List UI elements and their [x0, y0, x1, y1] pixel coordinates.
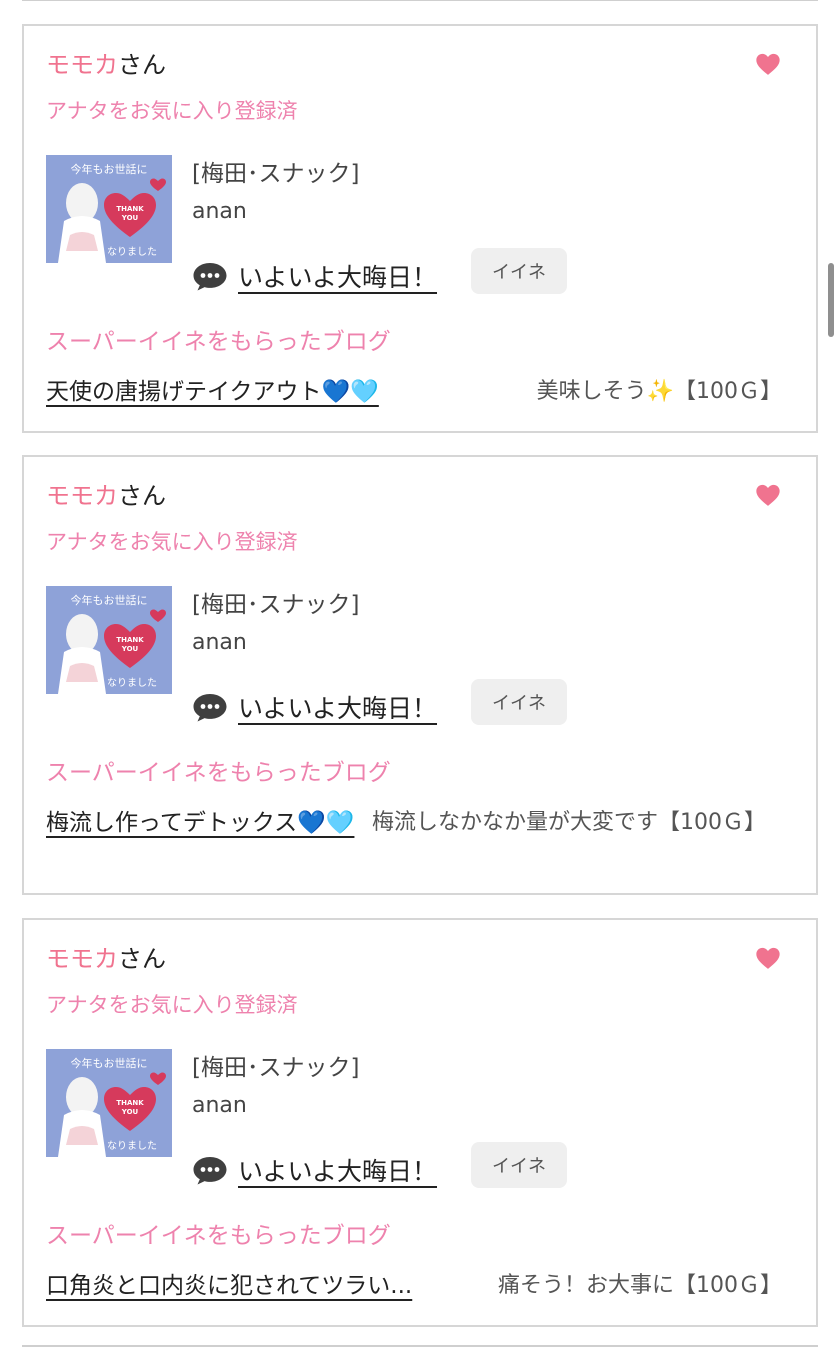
blog-title-link[interactable]: 梅流し作ってデトックス💙🩵 [46, 806, 358, 840]
user-suffix: さん [118, 945, 166, 973]
blog-thumbnail[interactable]: 今年もお世話に THANK YOU なりました [46, 586, 172, 694]
favorite-status: アナタをお気に入り登録済 [46, 99, 298, 123]
heart-icon[interactable] [754, 944, 782, 972]
super-like-section-label: スーパーイイネをもらったブログ [46, 1223, 391, 1249]
user-name[interactable]: モモカ [46, 482, 118, 510]
thumbnail-bottom-text: なりました [107, 246, 157, 258]
blog-thumbnail[interactable]: 今年もお世話に THANK YOU なりました [46, 1049, 172, 1157]
thumbnail-top-text: 今年もお世話に [71, 162, 148, 176]
speech-bubble-icon [193, 263, 227, 291]
blog-thumbnail[interactable]: 今年もお世話に THANK YOU なりました [46, 155, 172, 263]
thumbnail-top-text: 今年もお世話に [71, 1056, 148, 1070]
super-like-comment: 梅流しなかなか量が大変です【100Ｇ】 [372, 810, 766, 835]
super-like-comment: 痛そう！お大事に【100Ｇ】 [498, 1273, 782, 1298]
post-title-link[interactable]: いよいよ大晦日！ [238, 1152, 437, 1188]
thumbnail-heart-text: YOU [121, 214, 139, 222]
divider [22, 1345, 818, 1347]
user-name[interactable]: モモカ [46, 945, 118, 973]
like-button[interactable]: イイネ [471, 248, 567, 294]
post-row: いよいよ大晦日！ [192, 1150, 437, 1190]
thumbnail-bottom-text: なりました [107, 677, 157, 689]
like-button[interactable]: イイネ [471, 1142, 567, 1188]
user-line: モモカさん [46, 942, 166, 976]
shop-category: [梅田･スナック] [192, 592, 360, 618]
author-name[interactable]: anan [192, 196, 247, 228]
thumbnail-heart-text: THANK [116, 205, 144, 213]
author-name[interactable]: anan [192, 1090, 247, 1122]
notification-card: モモカさん アナタをお気に入り登録済 今年もお世話に THANK YOU なりま… [22, 455, 818, 895]
notification-card: モモカさん アナタをお気に入り登録済 今年もお世話に THANK YOU なりま… [22, 24, 818, 433]
post-row: いよいよ大晦日！ [192, 687, 437, 727]
super-like-section-label: スーパーイイネをもらったブログ [46, 760, 391, 786]
blog-title-link[interactable]: 口角炎と口内炎に犯されてツラい... [46, 1269, 412, 1303]
speech-bubble-icon [193, 1157, 227, 1185]
user-line: モモカさん [46, 479, 166, 513]
author-name[interactable]: anan [192, 627, 247, 659]
thumbnail-bottom-text: なりました [107, 1140, 157, 1152]
shop-category: [梅田･スナック] [192, 1055, 360, 1081]
user-suffix: さん [118, 482, 166, 510]
favorite-status: アナタをお気に入り登録済 [46, 530, 298, 554]
speech-bubble-icon [193, 694, 227, 722]
super-like-comment: 美味しそう✨【100Ｇ】 [536, 379, 782, 404]
thumbnail-top-text: 今年もお世話に [71, 593, 148, 607]
favorite-status: アナタをお気に入り登録済 [46, 993, 298, 1017]
user-line: モモカさん [46, 48, 166, 82]
post-row: いよいよ大晦日！ [192, 256, 437, 296]
post-title-link[interactable]: いよいよ大晦日！ [238, 689, 437, 725]
scrollbar[interactable] [828, 263, 834, 337]
user-name[interactable]: モモカ [46, 51, 118, 79]
divider [22, 0, 818, 1]
heart-icon[interactable] [754, 481, 782, 509]
user-suffix: さん [118, 51, 166, 79]
like-button[interactable]: イイネ [471, 679, 567, 725]
thumbnail-heart-text: YOU [121, 1108, 139, 1116]
blog-title-link[interactable]: 天使の唐揚げテイクアウト💙🩵 [46, 375, 379, 409]
notification-card: モモカさん アナタをお気に入り登録済 今年もお世話に THANK YOU なりま… [22, 918, 818, 1327]
thumbnail-heart-text: THANK [116, 1099, 144, 1107]
thumbnail-heart-text: YOU [121, 645, 139, 653]
super-like-section-label: スーパーイイネをもらったブログ [46, 329, 391, 355]
heart-icon[interactable] [754, 50, 782, 78]
thumbnail-heart-text: THANK [116, 636, 144, 644]
shop-category: [梅田･スナック] [192, 161, 360, 187]
post-title-link[interactable]: いよいよ大晦日！ [238, 258, 437, 294]
